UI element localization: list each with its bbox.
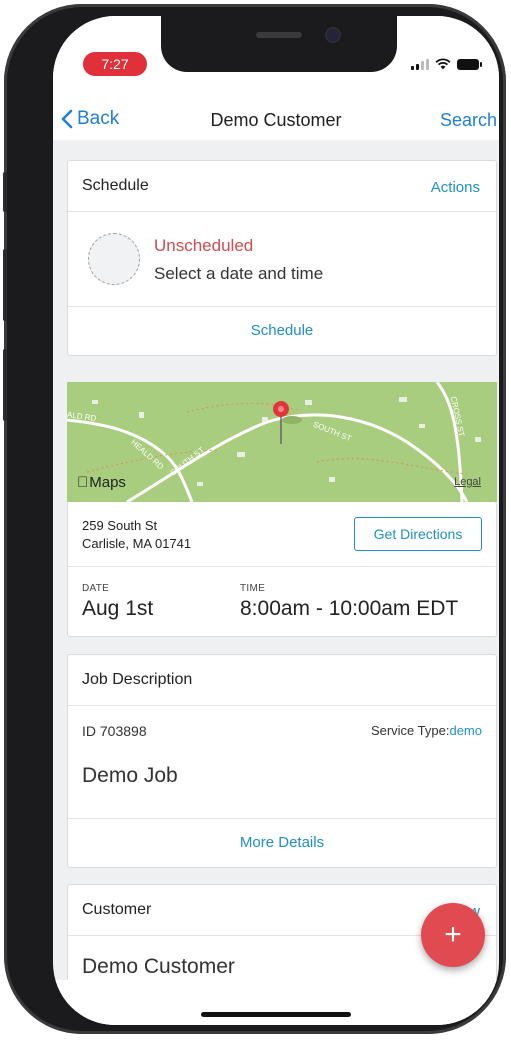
service-type-value[interactable]: demo <box>449 723 482 738</box>
page-title: Demo Customer <box>210 110 342 130</box>
date-value: Aug 1st <box>82 597 154 620</box>
search-button[interactable]: Search <box>440 110 497 131</box>
map-view[interactable]: ALD RD HEALD RD SOUTH ST SOUTH ST CROSS … <box>67 382 497 502</box>
plus-icon: + <box>444 918 462 951</box>
signal-icon <box>411 59 429 70</box>
navigation-bar: Back Demo Customer Search <box>53 100 499 140</box>
schedule-button[interactable]: Schedule <box>68 307 496 355</box>
speaker <box>256 32 302 38</box>
bottom-safe-area <box>53 980 499 1025</box>
home-indicator[interactable] <box>201 1012 351 1017</box>
phone-frame: 7:27 Back Demo Customer Search Schedule … <box>3 4 506 1034</box>
schedule-card-header: Schedule Actions <box>68 161 496 212</box>
customer-name: Demo Customer <box>82 955 235 978</box>
volume-up-button <box>3 249 7 321</box>
apple-maps-logo:  Maps <box>77 474 126 491</box>
address-row: 259 South St Carlisle, MA 01741 Get Dire… <box>68 502 496 567</box>
service-type: Service Type:demo <box>371 723 482 738</box>
date-label: DATE <box>82 583 110 594</box>
time-value: 8:00am - 10:00am EDT <box>240 597 459 620</box>
screen: 7:27 Back Demo Customer Search Schedule … <box>53 16 499 1025</box>
get-directions-button[interactable]: Get Directions <box>354 517 482 551</box>
volume-down-button <box>3 349 7 421</box>
content-scroll[interactable]: Schedule Actions Unscheduled Select a da… <box>53 140 499 1025</box>
customer-title: Customer <box>82 901 152 918</box>
service-type-label: Service Type: <box>370 723 450 738</box>
schedule-prompt: Select a date and time <box>154 264 324 283</box>
date-time-row: DATE Aug 1st TIME 8:00am - 10:00am EDT <box>68 567 496 637</box>
notch <box>161 16 397 72</box>
location-card: 259 South St Carlisle, MA 01741 Get Dire… <box>67 502 497 637</box>
unscheduled-status: Unscheduled <box>154 236 254 255</box>
schedule-card: Schedule Actions Unscheduled Select a da… <box>67 160 497 356</box>
front-camera <box>327 29 339 41</box>
status-time: 7:27 <box>83 52 147 76</box>
schedule-title: Schedule <box>82 177 149 194</box>
map-legal-link[interactable]: Legal <box>454 476 481 488</box>
job-description-title: Job Description <box>82 671 193 688</box>
schedule-select[interactable]: Unscheduled Select a date and time <box>68 212 496 307</box>
mute-switch <box>3 172 7 212</box>
add-button[interactable]: + <box>421 903 485 967</box>
actions-button[interactable]: Actions <box>431 179 480 196</box>
address-line-2: Carlisle, MA 01741 <box>82 536 192 551</box>
apple-icon:  <box>77 474 88 491</box>
time-label: TIME <box>240 583 266 594</box>
job-description-header: Job Description <box>68 655 496 706</box>
battery-icon <box>457 59 482 70</box>
job-id: ID 703898 <box>82 723 147 739</box>
date-placeholder-circle <box>88 233 140 285</box>
more-details-button[interactable]: More Details <box>68 819 496 867</box>
job-details: ID 703898 Service Type:demo Demo Job <box>68 706 496 819</box>
job-description-card: Job Description ID 703898 Service Type:d… <box>67 654 497 868</box>
job-name: Demo Job <box>82 764 178 787</box>
address-line-1: 259 South St <box>82 518 158 533</box>
wifi-icon <box>435 58 451 70</box>
status-icons <box>411 58 482 70</box>
